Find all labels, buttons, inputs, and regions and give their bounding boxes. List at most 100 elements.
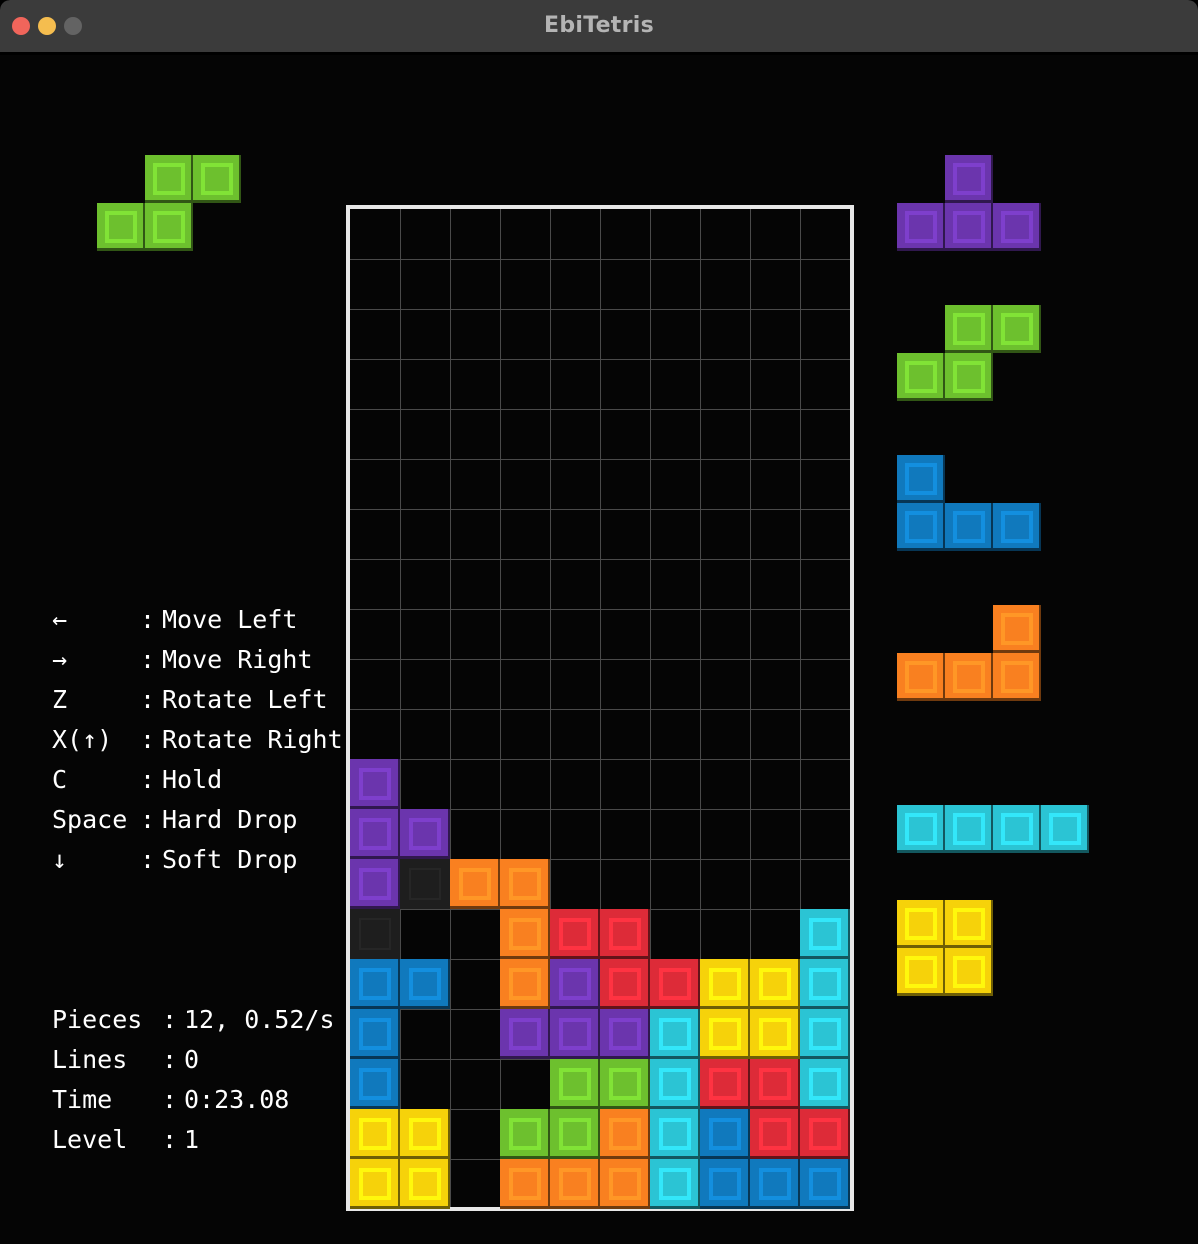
block-inner-highlight [905, 211, 937, 243]
control-key: ↓ [52, 845, 68, 874]
app-window: EbiTetris ←: Move Left →: Move Right Z: Rotat… [0, 0, 1198, 1244]
control-separator: : [140, 805, 156, 834]
board-block-J [350, 1059, 400, 1109]
next-0-T-block [945, 203, 993, 251]
maximize-button[interactable] [64, 17, 82, 35]
grid-line-horizontal [350, 709, 850, 710]
close-button[interactable] [12, 17, 30, 35]
grid-line-horizontal [350, 259, 850, 260]
next-1-S-block [945, 305, 993, 353]
block-inner-highlight [609, 968, 641, 1000]
minimize-button[interactable] [38, 17, 56, 35]
board-block-I [650, 1159, 700, 1209]
board-block-O [350, 1109, 400, 1159]
block-inner-highlight [1001, 211, 1033, 243]
control-key: Space [52, 805, 128, 834]
playfield-cells [350, 209, 850, 1209]
stat-value: 1 [184, 1125, 200, 1154]
block-inner-highlight [1001, 613, 1033, 645]
board-block-L [500, 959, 550, 1009]
control-action: Rotate Left [162, 685, 328, 714]
block-inner-highlight [759, 968, 791, 1000]
stat-key: Pieces [52, 1005, 143, 1034]
block-inner-highlight [409, 968, 441, 1000]
control-row: ↓: Soft Drop [52, 840, 343, 880]
next-1-S-block [945, 353, 993, 401]
board-block-Z [700, 1059, 750, 1109]
control-row: Space: Hard Drop [52, 800, 343, 840]
stat-key: Level [52, 1125, 128, 1154]
block-inner-highlight [809, 918, 841, 950]
title-bar[interactable]: EbiTetris [0, 0, 1198, 52]
board-block-S [600, 1059, 650, 1109]
control-row: C: Hold [52, 760, 343, 800]
block-inner-highlight [759, 1118, 791, 1150]
block-inner-highlight [201, 163, 233, 195]
block-inner-highlight [509, 1018, 541, 1050]
board-block-Z [600, 909, 650, 959]
board-block-L [500, 909, 550, 959]
board-block-I [650, 1059, 700, 1109]
board-block-S [500, 1109, 550, 1159]
control-separator: : [140, 845, 156, 874]
board-block-L [500, 859, 550, 909]
block-inner-highlight [1001, 511, 1033, 543]
control-separator: : [140, 725, 156, 754]
window-controls[interactable] [12, 0, 82, 52]
board-block-J [350, 959, 400, 1009]
board-block-T [350, 859, 400, 909]
block-inner-highlight [809, 1068, 841, 1100]
block-inner-highlight [659, 968, 691, 1000]
control-key: → [52, 645, 68, 674]
block-inner-highlight [153, 163, 185, 195]
game-canvas[interactable]: ←: Move Left →: Move Right Z: Rotate Left X(↑)… [0, 55, 1198, 1244]
board-block-I [650, 1109, 700, 1159]
board-block-T [600, 1009, 650, 1059]
board-block-T [400, 809, 450, 859]
ghost-cell [400, 859, 450, 909]
block-inner-highlight [1001, 313, 1033, 345]
next-0-T-block [993, 203, 1041, 251]
block-inner-highlight [709, 1168, 741, 1200]
stat-separator: : [162, 1085, 178, 1114]
board-block-J [350, 1009, 400, 1059]
block-inner-highlight [905, 511, 937, 543]
block-inner-highlight [609, 918, 641, 950]
control-row: Z: Rotate Left [52, 680, 343, 720]
stat-key: Time [52, 1085, 113, 1114]
grid-line-horizontal [350, 509, 850, 510]
block-inner-highlight [905, 956, 937, 988]
block-inner-highlight [359, 1118, 391, 1150]
block-inner-highlight [659, 1168, 691, 1200]
board-block-Z [600, 959, 650, 1009]
block-inner-highlight [105, 211, 137, 243]
control-row: X(↑): Rotate Right [52, 720, 343, 760]
next-2-J-block [897, 503, 945, 551]
block-inner-highlight [809, 968, 841, 1000]
playfield[interactable] [346, 205, 854, 1211]
control-action: Hard Drop [162, 805, 298, 834]
next-4-I-block [1041, 805, 1089, 853]
grid-line-horizontal [350, 659, 850, 660]
board-block-Z [650, 959, 700, 1009]
control-action: Hold [162, 765, 223, 794]
next-0-T-block [945, 155, 993, 203]
control-separator: : [140, 645, 156, 674]
control-key: X(↑) [52, 725, 113, 754]
board-block-O [400, 1109, 450, 1159]
board-block-I [800, 909, 850, 959]
block-inner-highlight [359, 1068, 391, 1100]
next-4-I-block [993, 805, 1041, 853]
block-inner-highlight [1001, 661, 1033, 693]
board-block-O [350, 1159, 400, 1209]
next-3-L-block [993, 653, 1041, 701]
stat-value: 12, 0.52/s [184, 1005, 335, 1034]
block-inner-highlight [953, 661, 985, 693]
next-2-J-block [897, 455, 945, 503]
control-action: Move Left [162, 605, 298, 634]
controls-list: ←: Move Left →: Move Right Z: Rotate Left X(↑)… [52, 600, 343, 880]
block-inner-highlight [953, 908, 985, 940]
block-inner-highlight [905, 361, 937, 393]
board-block-O [750, 959, 800, 1009]
board-block-I [800, 1059, 850, 1109]
